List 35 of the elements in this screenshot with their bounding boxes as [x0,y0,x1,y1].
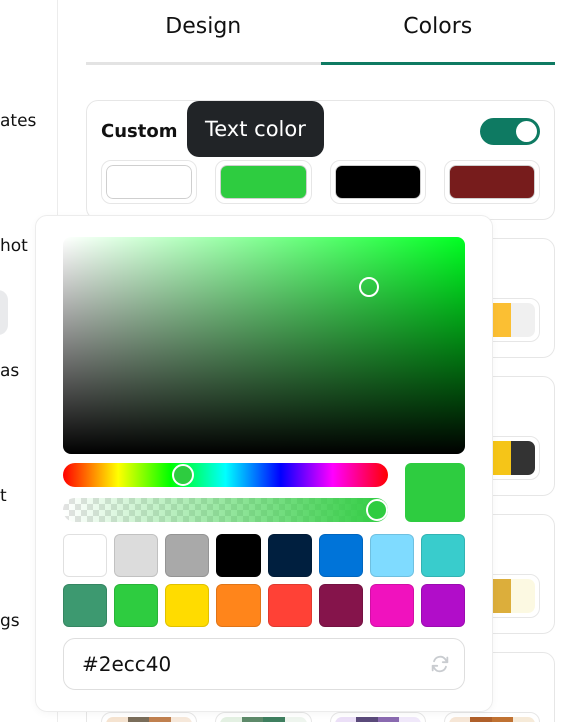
slider-handle[interactable] [366,499,388,521]
preset-swatch[interactable] [114,534,158,577]
preset-swatch[interactable] [63,534,108,577]
saturation-brightness-area[interactable] [63,237,465,454]
sidebar-item[interactable]: hot [0,235,28,257]
preset-swatch[interactable] [216,534,260,577]
sidebar-item[interactable]: t [0,485,7,507]
preset-swatch[interactable] [216,584,260,627]
preset-swatch[interactable] [420,584,465,627]
preset-swatch[interactable] [370,584,414,627]
preset-swatch[interactable] [268,534,312,577]
preset-swatch[interactable] [114,584,158,627]
sidebar-item[interactable]: gs [0,610,20,632]
preset-swatch[interactable] [318,584,363,627]
preset-swatch[interactable] [165,584,210,627]
opacity-slider[interactable] [63,498,388,522]
preset-swatch[interactable] [420,534,465,577]
tab[interactable]: Colors [320,0,555,65]
color-preview [405,463,465,522]
tooltip: Text color [187,101,324,157]
sidebar-item[interactable]: as [0,360,20,382]
hue-slider[interactable] [63,463,388,487]
picker-handle[interactable] [358,276,379,297]
preset-swatch[interactable] [370,534,414,577]
toggle-switch[interactable] [480,118,540,144]
tab[interactable]: Design [86,0,320,65]
card-title: Custom [101,120,178,142]
slider-handle[interactable] [172,464,194,486]
sidebar-item[interactable]: ates [0,110,36,132]
preset-swatch[interactable] [63,584,108,627]
hex-input-field[interactable]: #2ecc40 [63,638,465,690]
preset-swatch[interactable] [165,534,210,577]
preset-swatch[interactable] [318,534,363,577]
preset-swatch[interactable] [268,584,312,627]
refresh-icon[interactable] [429,653,451,675]
